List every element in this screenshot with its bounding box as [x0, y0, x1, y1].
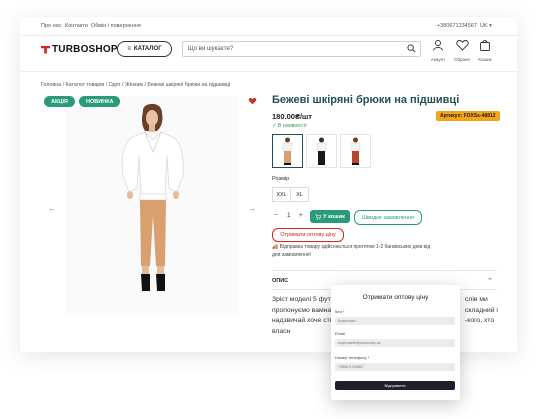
breadcrumb-clothes[interactable]: Одяг: [109, 82, 121, 88]
product-image[interactable]: [65, 96, 238, 315]
wholesale-price-button[interactable]: Отримати оптову ціну: [272, 228, 344, 242]
qty-value[interactable]: 1: [287, 212, 291, 219]
breadcrumb-catalog[interactable]: Каталог товарів: [66, 82, 105, 88]
logo-mark-icon: [41, 45, 50, 54]
description-line: складний і: [465, 306, 498, 314]
cart-icon: [315, 213, 322, 220]
product-price: 180.00₴/шт: [272, 112, 312, 121]
submit-button[interactable]: Відправити: [335, 381, 455, 390]
topbar-link-contacts[interactable]: Контакти: [65, 23, 88, 29]
menu-icon: ≡: [127, 46, 131, 52]
account-button[interactable]: Акаунт: [426, 38, 450, 62]
site-logo[interactable]: TURBOSHOP: [41, 44, 118, 55]
new-badge: НОВИНКА: [79, 96, 121, 107]
search-icon[interactable]: [407, 44, 416, 53]
phone-value: +380671234567: [338, 365, 364, 369]
catalog-button[interactable]: ≡ КАТАЛОГ: [117, 41, 172, 57]
name-label: Ім'я *: [335, 309, 345, 314]
qty-increase-button[interactable]: +: [299, 212, 303, 219]
name-field[interactable]: Борисович: [335, 317, 455, 325]
breadcrumb: Головна / Каталог товарів / Одяг / Жінка…: [41, 82, 231, 88]
user-icon: [433, 40, 443, 51]
qty-decrease-button[interactable]: −: [274, 212, 278, 219]
size-option-xxl[interactable]: XXL: [272, 187, 291, 202]
description-line: слів ми: [465, 296, 488, 303]
search-placeholder: Що ви шукаєте?: [188, 45, 234, 52]
shipping-info: 🚚 Відправка товару здійснюється протягом…: [272, 243, 432, 259]
size-label: Розмір: [272, 176, 290, 182]
top-bar: Про нас Контакти Обмін і повернення +380…: [20, 17, 517, 36]
bag-icon: [480, 40, 490, 51]
language-value: UK: [480, 23, 488, 29]
email-field[interactable]: supermartin@turboshop.ua: [335, 339, 455, 347]
favorites-label: Обране: [453, 57, 471, 62]
description-line: -кого, хто: [465, 317, 495, 324]
logo-text: TURBOSHOP: [52, 44, 118, 55]
email-label: Email: [335, 331, 346, 336]
heart-icon: [455, 40, 469, 51]
divider: [272, 270, 497, 271]
topbar-link-about[interactable]: Про нас: [41, 23, 61, 29]
cart-button[interactable]: Кошик: [473, 38, 497, 62]
search-input[interactable]: Що ви шукаєте?: [182, 41, 421, 57]
wholesale-price-modal: Отримати оптову ціну Ім'я * Борисович Em…: [331, 285, 460, 400]
phone-label: Номер телефону *: [335, 355, 370, 360]
topbar-phone[interactable]: +380671234567: [437, 23, 477, 29]
favorite-heart-icon[interactable]: [248, 97, 257, 107]
breadcrumb-women[interactable]: Жінкам: [125, 82, 143, 88]
stock-status: ✓ В наявності: [272, 123, 307, 129]
size-option-xl[interactable]: XL: [290, 187, 309, 202]
product-title: Бежеві шкіряні брюки на підшивці: [272, 94, 460, 106]
thumbnail-1[interactable]: [272, 134, 303, 168]
cart-label: Кошик: [478, 57, 492, 62]
article-badge: Артикул: FOXSs-48812: [436, 111, 500, 121]
shipping-text: Відправка товару здійснюється протягом 1…: [272, 244, 431, 258]
language-select[interactable]: UK ▾: [480, 23, 492, 29]
thumbnail-photo: [316, 137, 327, 165]
chevron-up-icon[interactable]: ⌃: [487, 277, 493, 285]
prev-image-arrow-icon[interactable]: ←: [48, 204, 56, 213]
add-to-cart-label: У кошик: [323, 213, 345, 220]
thumbnail-photo: [350, 137, 361, 165]
truck-icon: 🚚: [272, 244, 279, 250]
favorites-button[interactable]: Обране: [450, 38, 474, 62]
sale-badge: АКЦІЯ: [44, 96, 75, 107]
topbar-link-returns[interactable]: Обмін і повернення: [91, 23, 141, 29]
description-text-right: слів ми складний і -кого, хто: [465, 295, 498, 327]
breadcrumb-current: Бежеві шкіряні брюки на підшивці: [147, 82, 231, 88]
thumbnail-3[interactable]: [340, 134, 371, 168]
catalog-label: КАТАЛОГ: [133, 46, 162, 52]
modal-title: Отримати оптову ціну: [362, 294, 429, 301]
account-label: Акаунт: [430, 57, 446, 62]
phone-field[interactable]: +380671234567: [335, 363, 455, 371]
next-image-arrow-icon[interactable]: →: [248, 204, 256, 213]
breadcrumb-home[interactable]: Головна: [41, 82, 61, 88]
add-to-cart-button[interactable]: У кошик: [310, 210, 350, 223]
thumbnail-2[interactable]: [306, 134, 337, 168]
product-photo: [121, 103, 184, 291]
quick-order-button[interactable]: Швидке замовлення: [354, 210, 422, 225]
thumbnail-photo: [282, 137, 293, 165]
description-heading[interactable]: ОПИС: [272, 278, 288, 284]
name-value: Борисович: [338, 319, 356, 323]
site-header: TURBOSHOP ≡ КАТАЛОГ Що ви шукаєте? Акаун…: [20, 35, 517, 72]
email-value: supermartin@turboshop.ua: [338, 341, 381, 345]
